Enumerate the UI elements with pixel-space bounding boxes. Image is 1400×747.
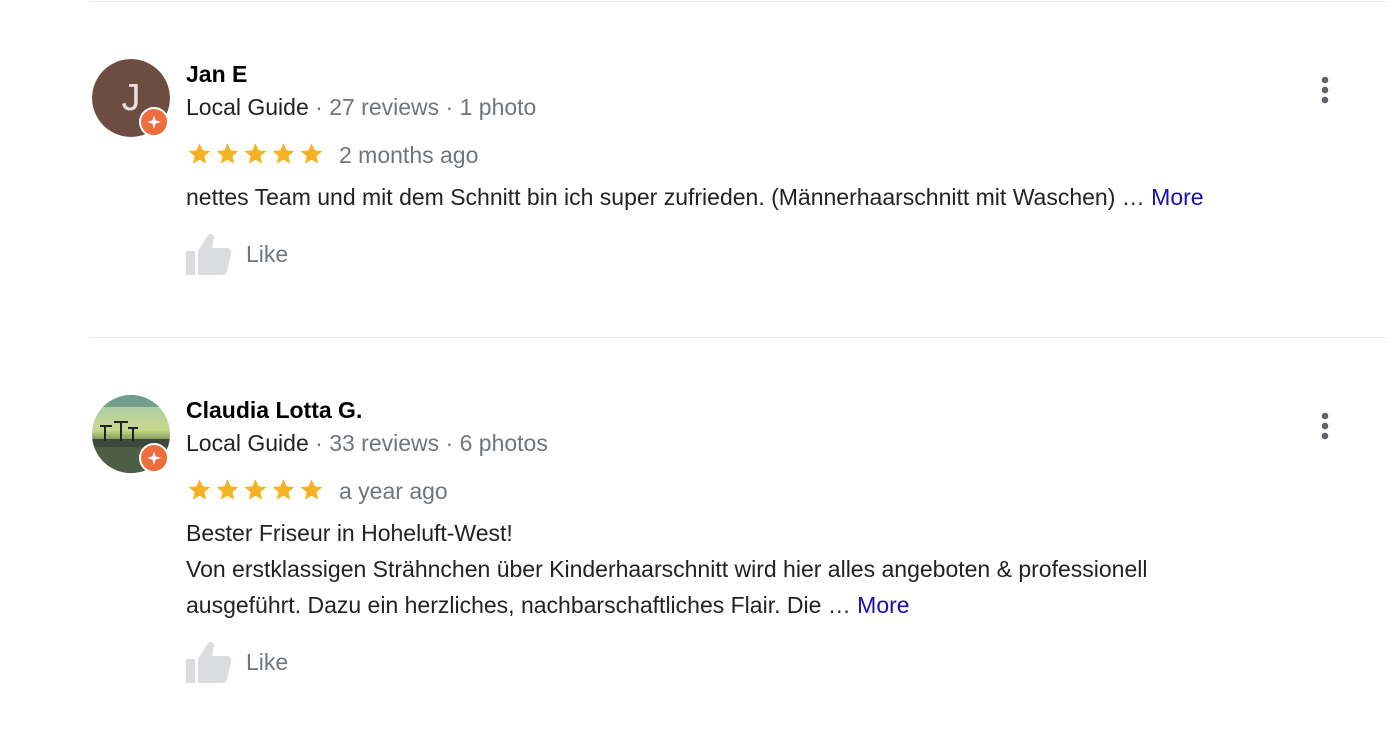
review-text-line: ausgeführt. Dazu ein herzliches, nachbar…	[186, 592, 851, 618]
reviewer-meta: Local Guide · 27 reviews · 1 photo	[186, 93, 536, 121]
more-vert-icon	[1321, 76, 1329, 104]
reviews-count: 33 reviews	[329, 430, 440, 456]
star-icon	[300, 143, 323, 164]
review-time: 2 months ago	[339, 142, 479, 168]
star-icon	[272, 479, 295, 500]
meta-separator: ·	[445, 430, 454, 456]
star-icon	[300, 479, 323, 500]
reviewer-name[interactable]: Claudia Lotta G.	[186, 396, 362, 424]
like-label: Like	[246, 648, 289, 675]
like-button[interactable]: Like	[186, 233, 288, 275]
more-vert-icon	[1321, 412, 1329, 440]
star-icon	[216, 143, 239, 164]
photos-count: 1 photo	[459, 94, 537, 120]
meta-separator: ·	[315, 94, 323, 120]
review-text-line: nettes Team und mit dem Schnitt bin ich …	[186, 184, 1145, 210]
divider	[90, 1, 1388, 2]
star-icon	[216, 479, 239, 500]
star-rating	[186, 476, 326, 504]
like-button[interactable]: Like	[186, 641, 288, 683]
review-text: Bester Friseur in Hoheluft-West! Von ers…	[186, 515, 1366, 623]
divider	[90, 337, 1388, 338]
review-text: nettes Team und mit dem Schnitt bin ich …	[186, 179, 1366, 215]
review-time: a year ago	[339, 478, 448, 504]
local-guide-badge-icon	[139, 443, 169, 473]
more-options-button[interactable]	[1310, 74, 1340, 108]
more-link[interactable]: More	[1151, 184, 1203, 210]
reviews-page: J Jan E Local Guide · 27 reviews · 1 pho…	[0, 0, 1400, 747]
avatar[interactable]: J	[92, 59, 170, 137]
more-link[interactable]: More	[857, 592, 909, 618]
reviewer-name[interactable]: Jan E	[186, 60, 247, 88]
avatar[interactable]	[92, 395, 170, 473]
star-icon	[244, 479, 267, 500]
star-icon	[272, 143, 295, 164]
thumbs-up-icon	[186, 642, 232, 683]
review-text-line: Bester Friseur in Hoheluft-West!	[186, 520, 513, 546]
more-options-button[interactable]	[1310, 410, 1340, 444]
meta-separator: ·	[445, 94, 454, 120]
reviewer-role: Local Guide	[186, 430, 309, 456]
meta-separator: ·	[315, 430, 323, 456]
thumbs-up-icon	[186, 234, 232, 275]
reviewer-role: Local Guide	[186, 94, 309, 120]
photos-count: 6 photos	[459, 430, 548, 456]
local-guide-badge-icon	[139, 107, 169, 137]
star-icon	[244, 143, 267, 164]
star-rating	[186, 140, 326, 168]
like-label: Like	[246, 240, 289, 267]
reviews-count: 27 reviews	[329, 94, 440, 120]
reviewer-meta: Local Guide · 33 reviews · 6 photos	[186, 429, 548, 457]
star-icon	[188, 479, 211, 500]
star-icon	[188, 143, 211, 164]
review-text-line: Von erstklassigen Strähnchen über Kinder…	[186, 556, 1148, 582]
